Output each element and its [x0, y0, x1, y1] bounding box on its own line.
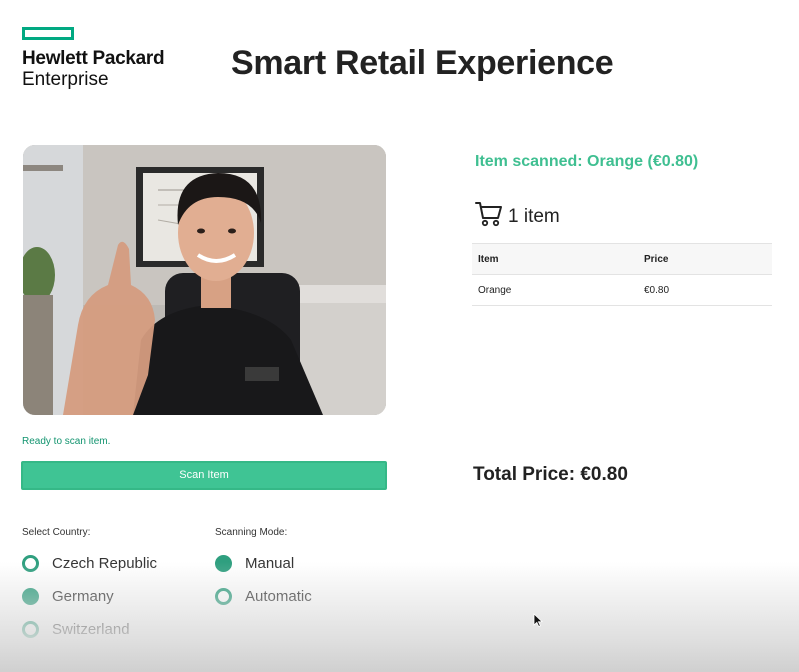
mode-option-manual[interactable]: Manual: [215, 547, 312, 580]
table-header-row: Item Price: [472, 243, 772, 275]
scanning-mode-label: Scanning Mode:: [215, 527, 288, 538]
mode-option-label: Manual: [245, 555, 295, 572]
country-option-label: Germany: [52, 588, 114, 605]
mode-option-label: Automatic: [245, 588, 312, 605]
radio-unchecked-icon[interactable]: [215, 588, 232, 605]
camera-feed-image: [23, 145, 386, 415]
radio-checked-icon[interactable]: [22, 588, 39, 605]
mouse-pointer-icon: [533, 613, 543, 632]
item-name-cell: Orange: [472, 274, 638, 306]
mode-option-automatic[interactable]: Automatic: [215, 580, 312, 613]
camera-feed: [23, 145, 386, 415]
scanned-items-table: Item Price Orange €0.80: [472, 243, 772, 306]
country-option-label: Czech Republic: [52, 555, 158, 572]
country-option-switzerland[interactable]: Switzerland: [22, 613, 157, 646]
country-option-czech-republic[interactable]: Czech Republic: [22, 547, 157, 580]
hpe-logo: Hewlett Packard Enterprise: [22, 27, 192, 90]
country-label: Select Country:: [22, 527, 91, 538]
scan-item-button[interactable]: Scan Item: [21, 461, 387, 490]
radio-unchecked-icon[interactable]: [22, 555, 39, 572]
table-row: Orange €0.80: [472, 274, 772, 306]
radio-unchecked-icon[interactable]: [22, 621, 39, 638]
column-header-price: Price: [638, 243, 772, 275]
cart-item-count: 1 item: [508, 205, 560, 227]
logo-text-line1: Hewlett Packard: [22, 48, 165, 69]
radio-checked-icon[interactable]: [215, 555, 232, 572]
column-header-item: Item: [472, 243, 638, 275]
country-option-germany[interactable]: Germany: [22, 580, 157, 613]
logo-mark: [22, 27, 74, 40]
scanning-mode-selector: Scanning Mode: Manual Automatic: [215, 527, 312, 613]
logo-text-line2: Enterprise: [22, 69, 109, 90]
country-option-label: Switzerland: [52, 621, 130, 638]
scan-status-text: Ready to scan item.: [22, 436, 111, 447]
page-title: Smart Retail Experience: [231, 44, 614, 82]
total-price: Total Price: €0.80: [473, 464, 628, 485]
cart-summary: 1 item: [475, 201, 560, 232]
country-selector: Select Country: Czech Republic Germany S…: [22, 527, 157, 646]
item-scanned-message: Item scanned: Orange (€0.80): [475, 153, 699, 170]
cart-icon: [475, 201, 503, 232]
item-price-cell: €0.80: [638, 274, 772, 306]
